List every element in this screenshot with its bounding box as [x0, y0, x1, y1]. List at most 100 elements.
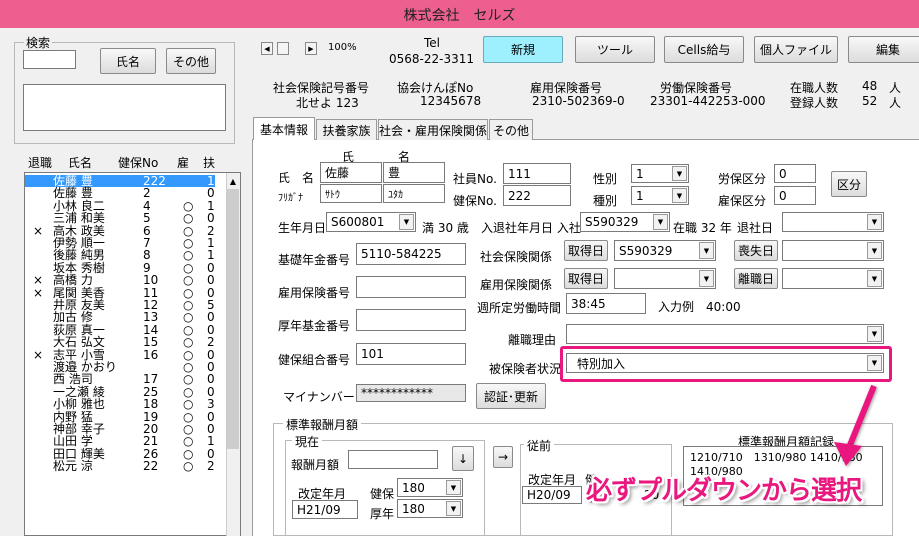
rosai-field[interactable]: 0 — [774, 164, 816, 183]
chevron-down-icon[interactable]: ▼ — [699, 242, 714, 259]
mei-kana-field[interactable]: ﾕﾀｶ — [383, 184, 445, 203]
list-item[interactable]: 西 浩司 17 ○ 0 — [25, 372, 215, 387]
personal-file-button[interactable]: 個人ファイル — [754, 36, 838, 63]
chevron-down-icon[interactable]: ▼ — [446, 501, 461, 516]
koyo-no-value: 2310-502369-0 — [532, 94, 625, 108]
hours-label: 週所定労働時間 — [477, 301, 562, 315]
acquire-date-button[interactable]: 取得日 — [564, 240, 608, 261]
kosei-field[interactable] — [356, 309, 466, 331]
kounen-grade-select[interactable]: 180 ▼ — [397, 499, 463, 518]
list-item[interactable]: 小柳 雅也 18 ○ 3 — [25, 397, 215, 412]
hire-value: S590329 — [585, 215, 639, 229]
tab-dependents[interactable]: 扶養家族 — [316, 119, 377, 140]
list-item[interactable]: × 高橋 力 10 ○ 0 — [25, 274, 215, 287]
birth-select[interactable]: S600801 ▼ — [326, 212, 416, 232]
status-select[interactable]: 特別加入 ▼ — [566, 353, 884, 373]
auth-update-button[interactable]: 認証･更新 — [476, 383, 546, 409]
sei-kana-field[interactable]: ｻﾄｳ — [320, 184, 382, 203]
copy-arrow-button[interactable]: → — [493, 446, 513, 468]
hire-select[interactable]: S590329 ▼ — [580, 212, 670, 232]
list-cell-fuyo: 0 — [207, 372, 215, 387]
prev-record-icon[interactable]: ◀ — [261, 42, 273, 55]
prev-kaitei-field[interactable]: H20/09 — [522, 486, 582, 504]
search-result-box[interactable] — [23, 84, 226, 131]
list-cell-no: 16 — [143, 347, 159, 362]
list-item[interactable]: 大石 弘文 15 ○ 2 — [25, 336, 215, 349]
scroll-thumb[interactable] — [227, 189, 239, 449]
chevron-down-icon[interactable]: ▼ — [699, 270, 714, 287]
kenpo-grade-select[interactable]: 180 ▼ — [397, 478, 463, 497]
list-header-retired: 退職 — [28, 156, 53, 170]
kumiai-field[interactable]: 101 — [356, 343, 466, 365]
hours-field[interactable]: 38:45 — [566, 293, 646, 314]
monthly-label: 報酬月額 — [291, 458, 340, 472]
list-header-kenpo-no: 健保No — [118, 156, 159, 170]
koyo-acquire-button[interactable]: 取得日 — [564, 268, 608, 289]
list-cell-fuyo: 1 — [207, 248, 215, 263]
tools-button[interactable]: ツール — [575, 36, 655, 63]
list-cell-koyo: ○ — [183, 372, 194, 387]
chevron-down-icon[interactable]: ▼ — [867, 355, 882, 371]
search-input[interactable] — [23, 50, 76, 69]
shubetsu-select[interactable]: 1 ▼ — [631, 186, 689, 205]
sei-field[interactable]: 佐藤 — [320, 162, 382, 183]
list-item[interactable]: 加古 修 13 ○ 0 — [25, 311, 215, 324]
retire-date-button[interactable]: 離職日 — [734, 268, 778, 289]
cells-salary-button[interactable]: Cells給与 — [664, 36, 744, 63]
shubetsu-value: 1 — [636, 188, 644, 203]
kenpo-no-field[interactable]: 222 — [503, 185, 571, 206]
tab-basic-info[interactable]: 基本情報 — [253, 117, 315, 140]
loss-date-button[interactable]: 喪失日 — [734, 240, 778, 261]
koyo-no-field[interactable] — [356, 276, 466, 298]
koho-field[interactable]: 0 — [774, 186, 816, 205]
mei-field[interactable]: 豊 — [383, 162, 445, 183]
reason-select[interactable]: ▼ — [566, 324, 884, 344]
list-cell-no: 18 — [143, 397, 159, 412]
tab-insurance[interactable]: 社会・雇用保険関係 — [378, 119, 488, 140]
chevron-down-icon[interactable]: ▼ — [653, 214, 668, 230]
next-record-icon[interactable]: ▶ — [305, 42, 317, 55]
shain-no-field[interactable]: 111 — [503, 163, 571, 184]
kaitei-field[interactable]: H21/09 — [292, 500, 358, 519]
edit-button[interactable]: 編集 — [848, 36, 919, 63]
down-arrow-button[interactable]: ↓ — [452, 446, 474, 471]
kubun-button[interactable]: 区分 — [831, 171, 867, 197]
koyo-retire-select[interactable]: ▼ — [782, 268, 884, 289]
chevron-down-icon[interactable]: ▼ — [867, 242, 882, 259]
list-item[interactable]: 松元 涼 22 ○ 2 — [25, 460, 215, 473]
tab-other[interactable]: その他 — [489, 119, 533, 140]
hire-label: 入退社年月日 入社 — [481, 221, 581, 235]
list-cell-name: 後藤 純男 — [53, 248, 105, 263]
chevron-down-icon[interactable]: ▼ — [867, 214, 882, 230]
status-label: 被保険者状況 — [489, 362, 562, 376]
loss-date-select[interactable]: ▼ — [782, 240, 884, 261]
scroll-up-icon[interactable]: ▲ — [227, 175, 239, 187]
chevron-down-icon[interactable]: ▼ — [672, 166, 687, 181]
list-item[interactable]: 三浦 和美 5 ○ 0 — [25, 211, 215, 226]
list-cell-no: 2 — [143, 186, 151, 201]
nenkin-label: 基礎年金番号 — [278, 253, 351, 267]
chevron-down-icon[interactable]: ▼ — [867, 326, 882, 342]
koyo-acquire-select[interactable]: ▼ — [614, 268, 716, 289]
retire-date-select[interactable]: ▼ — [782, 212, 884, 232]
chevron-down-icon[interactable]: ▼ — [867, 270, 882, 287]
monthly-field[interactable] — [348, 450, 438, 469]
list-item[interactable]: 後藤 純男 8 ○ 1 — [25, 248, 215, 263]
mynumber-field[interactable]: ************ — [356, 384, 466, 402]
list-cell-koyo: ○ — [183, 397, 194, 412]
new-button[interactable]: 新規 — [483, 36, 563, 63]
chevron-down-icon[interactable]: ▼ — [672, 188, 687, 203]
record-slider[interactable] — [277, 42, 289, 55]
search-other-button[interactable]: その他 — [166, 48, 216, 74]
list-cell-name: 三浦 和美 — [53, 211, 105, 226]
acquire-date-select[interactable]: S590329 ▼ — [614, 240, 716, 261]
employee-list[interactable]: 佐藤 豊 222 1 佐藤 豊 2 0 小林 良二 4 ○ 1 三浦 和美 5 ○ 0 × 高木 政美 6 ○ 2 伊… — [24, 172, 241, 536]
touroku-value: 52 — [862, 94, 878, 108]
nenkin-field[interactable]: 5110-584225 — [356, 243, 466, 265]
list-item[interactable]: 山田 学 21 ○ 1 — [25, 435, 215, 448]
list-item[interactable]: 佐藤 豊 2 0 — [25, 186, 215, 201]
search-by-name-button[interactable]: 氏名 — [100, 48, 156, 74]
chevron-down-icon[interactable]: ▼ — [399, 214, 414, 230]
chevron-down-icon[interactable]: ▼ — [446, 480, 461, 495]
seibetsu-select[interactable]: 1 ▼ — [631, 164, 689, 183]
